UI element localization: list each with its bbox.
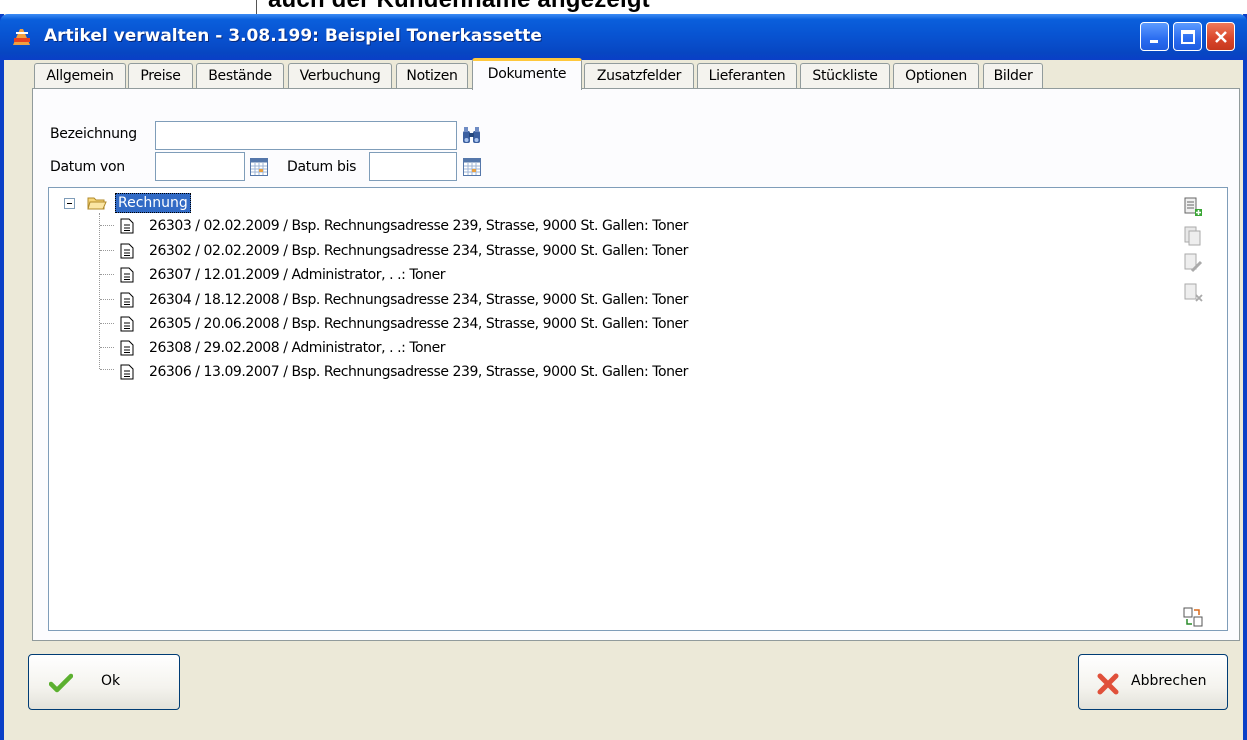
datum-von-input[interactable]	[155, 152, 245, 181]
maximize-button[interactable]	[1173, 22, 1202, 51]
collapse-toggle[interactable]	[64, 198, 75, 209]
document-icon	[120, 316, 134, 332]
tree-root-rechnung[interactable]: Rechnung	[115, 193, 191, 213]
title-bar[interactable]: Artikel verwalten - 3.08.199: Beispiel T…	[0, 14, 1247, 60]
tab-lieferanten[interactable]: Lieferanten	[697, 63, 797, 89]
tab-stueckliste[interactable]: Stückliste	[800, 63, 890, 89]
ok-button[interactable]: Ok	[28, 654, 180, 710]
transfer-icon[interactable]	[1183, 607, 1203, 627]
checkmark-icon	[49, 673, 73, 693]
close-icon	[1214, 30, 1227, 43]
tree-item[interactable]: 26302 / 02.02.2009 / Bsp. Rechnungsadres…	[149, 239, 688, 263]
tree-connector	[99, 213, 100, 369]
tab-optionen[interactable]: Optionen	[893, 63, 979, 89]
tab-bilder[interactable]: Bilder	[983, 63, 1043, 89]
document-icon	[120, 340, 134, 356]
tree-connector	[100, 323, 114, 324]
cancel-button-label: Abbrechen	[1131, 673, 1207, 689]
calendar-icon[interactable]	[250, 158, 268, 176]
tab-preise[interactable]: Preise	[128, 63, 193, 89]
tree-connector	[100, 274, 114, 275]
tree-connector	[100, 347, 114, 348]
tree-connector	[100, 250, 114, 251]
close-button[interactable]	[1206, 22, 1235, 51]
datum-von-label: Datum von	[50, 159, 125, 175]
cancel-button[interactable]: Abbrechen	[1078, 654, 1228, 710]
document-icon	[120, 218, 134, 234]
tab-notizen[interactable]: Notizen	[396, 63, 468, 89]
tab-verbuchung[interactable]: Verbuchung	[288, 63, 392, 89]
datum-bis-label: Datum bis	[287, 159, 357, 175]
window-title: Artikel verwalten - 3.08.199: Beispiel T…	[44, 26, 542, 46]
calendar-icon[interactable]	[463, 158, 481, 176]
tree-item[interactable]: 26308 / 29.02.2008 / Administrator, . .:…	[149, 336, 446, 360]
datum-bis-input[interactable]	[369, 152, 457, 181]
tree-item[interactable]: 26304 / 18.12.2008 / Bsp. Rechnungsadres…	[149, 288, 688, 312]
open-folder-icon	[87, 197, 107, 210]
minimize-button[interactable]	[1140, 22, 1169, 51]
document-tree[interactable]: Rechnung 26303 / 02.02.2009 / Bsp. Rechn…	[48, 187, 1228, 631]
tab-bestaende[interactable]: Bestände	[196, 63, 284, 89]
dokumente-panel: Bezeichnung Datum von Datum bis Rechnung	[32, 88, 1240, 641]
bezeichnung-label: Bezeichnung	[50, 126, 137, 142]
tree-item[interactable]: 26303 / 02.02.2009 / Bsp. Rechnungsadres…	[149, 214, 688, 238]
tree-connector	[100, 225, 114, 226]
document-icon	[120, 292, 134, 308]
tree-connector	[100, 369, 114, 370]
maximize-icon	[1180, 29, 1195, 44]
tree-connector	[100, 299, 114, 300]
bezeichnung-input[interactable]	[155, 121, 457, 150]
tab-zusatzfelder[interactable]: Zusatzfelder	[584, 63, 694, 89]
copy-document-icon[interactable]	[1183, 226, 1203, 246]
cancel-x-icon	[1097, 673, 1119, 695]
binoculars-icon[interactable]	[461, 126, 483, 146]
tree-item[interactable]: 26307 / 12.01.2009 / Administrator, . .:…	[149, 263, 446, 287]
document-icon	[120, 364, 134, 380]
ok-button-label: Ok	[101, 673, 121, 689]
app-icon	[13, 29, 30, 45]
background-caption: auch der Kundenname angezeigt	[268, 0, 650, 14]
edit-document-icon[interactable]	[1183, 253, 1203, 273]
document-icon	[120, 243, 134, 259]
tree-item[interactable]: 26306 / 13.09.2007 / Bsp. Rechnungsadres…	[149, 360, 688, 384]
tab-dokumente[interactable]: Dokumente	[472, 58, 582, 90]
tree-item[interactable]: 26305 / 20.06.2008 / Bsp. Rechnungsadres…	[149, 312, 688, 336]
document-icon	[120, 267, 134, 283]
tab-allgemein[interactable]: Allgemein	[34, 63, 126, 89]
minimize-icon	[1149, 39, 1158, 43]
delete-document-icon[interactable]	[1183, 283, 1203, 303]
add-document-icon[interactable]	[1183, 197, 1203, 217]
